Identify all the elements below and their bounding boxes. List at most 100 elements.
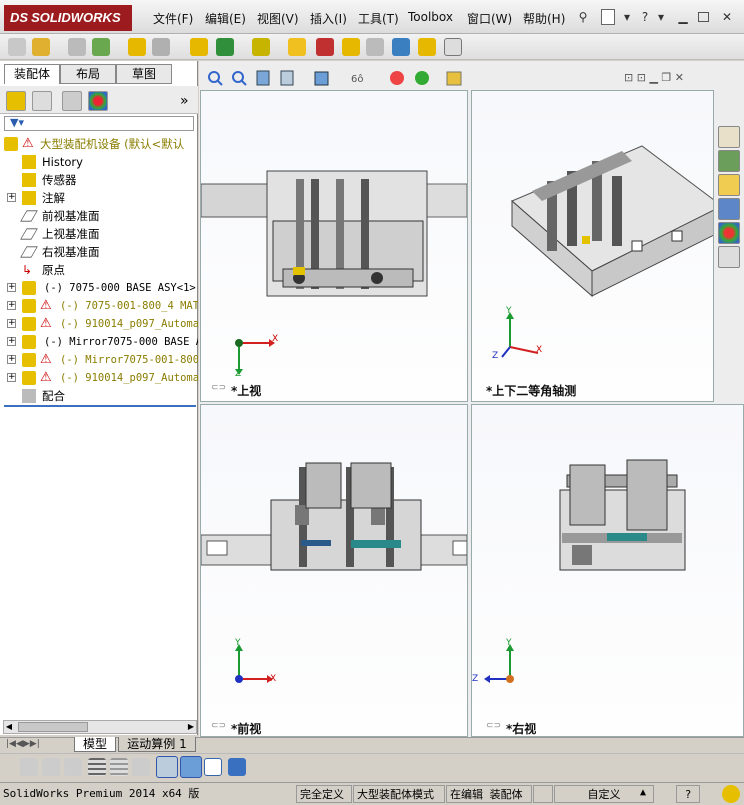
expand-icon[interactable]: +	[7, 301, 16, 310]
expand-icon[interactable]: +	[7, 355, 16, 364]
status-units[interactable]: 自定义	[554, 785, 654, 803]
list-icon[interactable]	[88, 758, 106, 776]
pin-icon[interactable]: ⚲	[576, 10, 590, 24]
link-views-icon[interactable]: ⊡	[624, 71, 633, 84]
display-manager-icon[interactable]	[88, 91, 108, 111]
appearances-icon[interactable]	[718, 222, 740, 244]
configuration-manager-icon[interactable]	[62, 91, 82, 111]
tree-item[interactable]: + ⚠ (-) 910014_p097_Automat	[0, 369, 198, 387]
tab-assembly[interactable]: 装配体	[4, 64, 60, 84]
restore-icon[interactable]	[698, 12, 709, 22]
expand-icon[interactable]: +	[7, 337, 16, 346]
menu-insert[interactable]: 插入(I)	[310, 10, 347, 27]
expand-icon[interactable]: +	[7, 373, 16, 382]
previous-view-icon[interactable]	[256, 70, 270, 86]
tree-root-assembly[interactable]: ⚠ 大型装配机设备 (默认<默认	[0, 135, 198, 153]
viewport-top[interactable]: X Z ⊂⊃ *上视	[200, 90, 468, 402]
link-icon[interactable]: ⊂⊃	[211, 721, 226, 731]
assembly-icon[interactable]	[32, 38, 50, 56]
expand-icon[interactable]: +	[7, 283, 16, 292]
menu-help[interactable]: 帮助(H)	[523, 10, 565, 27]
measure-icon[interactable]	[366, 38, 384, 56]
tab-motion-study[interactable]: 运动算例 1	[118, 737, 196, 752]
table-icon[interactable]	[204, 758, 222, 776]
viewport-minimize-icon[interactable]: ▁	[649, 71, 657, 84]
zoom-area-icon[interactable]	[232, 71, 247, 86]
tree-item[interactable]: + (-) 7075-000 BASE ASY<1>	[0, 279, 198, 297]
tree-item[interactable]: + (-) Mirror7075-000 BASE AS	[0, 333, 198, 351]
tree-item[interactable]: 传感器	[0, 171, 198, 189]
scroll-left-icon[interactable]: ◀	[4, 721, 14, 733]
cube-icon[interactable]	[180, 756, 202, 778]
view-palette-icon[interactable]	[718, 198, 740, 220]
menu-edit[interactable]: 编辑(E)	[205, 10, 246, 27]
tab-sketch[interactable]: 草图	[116, 64, 172, 84]
section-icon[interactable]	[418, 38, 436, 56]
expand-icon[interactable]: +	[7, 193, 16, 202]
tree-item[interactable]: 右视基准面	[0, 243, 198, 261]
tree-item[interactable]: History	[0, 153, 198, 171]
view-icon-2[interactable]	[42, 758, 60, 776]
tree-item[interactable]: 配合	[0, 387, 198, 405]
dropdown-arrow-icon[interactable]: ▾	[620, 10, 634, 24]
viewport-restore-icon[interactable]: ❐	[661, 71, 671, 84]
edit-appearance-icon[interactable]	[390, 71, 404, 85]
interference-icon[interactable]	[392, 38, 410, 56]
tree-view-icon[interactable]	[156, 756, 178, 778]
viewport-right[interactable]: Y Z ⊂⊃ *右视	[471, 404, 744, 737]
status-help[interactable]: ?	[676, 785, 700, 803]
solidworks-logo[interactable]: DS SOLIDWORKS	[4, 5, 132, 31]
tab-scroll-arrows[interactable]: |◀◀▶▶|	[6, 739, 40, 749]
units-dropdown-icon[interactable]: ▲	[640, 787, 646, 798]
view-orientation-icon[interactable]	[314, 71, 329, 86]
dropdown-arrow-icon[interactable]: ▾	[654, 10, 668, 24]
window-icon[interactable]	[444, 38, 462, 56]
paperclip-icon[interactable]	[68, 38, 86, 56]
section-view-icon[interactable]	[280, 70, 294, 86]
menu-view[interactable]: 视图(V)	[257, 10, 299, 27]
apply-scene-icon[interactable]	[415, 71, 429, 85]
minimize-icon[interactable]: ▁	[676, 10, 690, 24]
menu-toolbox[interactable]: Toolbox	[408, 10, 453, 24]
link-icon[interactable]: ⊂⊃	[486, 721, 501, 731]
tree-item[interactable]: + ⚠ (-) Mirror7075-001-800<	[0, 351, 198, 369]
pattern-icon[interactable]	[216, 38, 234, 56]
scroll-right-icon[interactable]: ▶	[186, 721, 196, 733]
expand-icon[interactable]: +	[7, 319, 16, 328]
tree-item[interactable]: + ⚠ (-) 7075-001-800_4 MAT	[0, 297, 198, 315]
rollback-bar[interactable]	[4, 405, 196, 407]
move-component-icon[interactable]	[190, 38, 208, 56]
tree-item[interactable]: ↳ 原点	[0, 261, 198, 279]
view-icon-1[interactable]	[20, 758, 38, 776]
scroll-thumb[interactable]	[18, 722, 88, 732]
tab-model[interactable]: 模型	[74, 737, 116, 752]
tree-item[interactable]: 上视基准面	[0, 225, 198, 243]
filter-input[interactable]	[4, 116, 194, 131]
help-icon[interactable]: ?	[638, 10, 652, 24]
toolbox-icon[interactable]	[342, 38, 360, 56]
viewport-front[interactable]: Y X ⊂⊃ *前视	[200, 404, 468, 737]
filter-icon[interactable]: ▼▾	[10, 116, 24, 129]
new-document-icon[interactable]	[601, 9, 615, 25]
part-icon[interactable]	[8, 38, 26, 56]
rebuild-icon[interactable]	[316, 38, 334, 56]
close-icon[interactable]: ✕	[720, 10, 734, 24]
link-views-icon-2[interactable]: ⊡	[637, 71, 646, 84]
view-settings-icon[interactable]	[446, 71, 462, 86]
menu-window[interactable]: 窗口(W)	[467, 10, 512, 27]
zoom-to-fit-icon[interactable]	[208, 71, 223, 86]
list-icon-2[interactable]	[110, 758, 128, 776]
tree-item[interactable]: + ⚠ (-) 910014_p097_Automat	[0, 315, 198, 333]
save-icon[interactable]	[228, 758, 246, 776]
link-icon[interactable]: ⊂⊃	[211, 383, 226, 393]
tab-layout[interactable]: 布局	[60, 64, 116, 84]
options-icon[interactable]	[288, 38, 306, 56]
tree-item[interactable]: + 注解	[0, 189, 198, 207]
file-explorer-icon[interactable]	[718, 174, 740, 196]
property-manager-icon[interactable]	[32, 91, 52, 111]
mate-icon[interactable]	[92, 38, 110, 56]
design-library-icon[interactable]	[718, 150, 740, 172]
view-icon-3[interactable]	[64, 758, 82, 776]
notification-icon[interactable]	[722, 785, 740, 803]
solidworks-resources-icon[interactable]	[718, 126, 740, 148]
